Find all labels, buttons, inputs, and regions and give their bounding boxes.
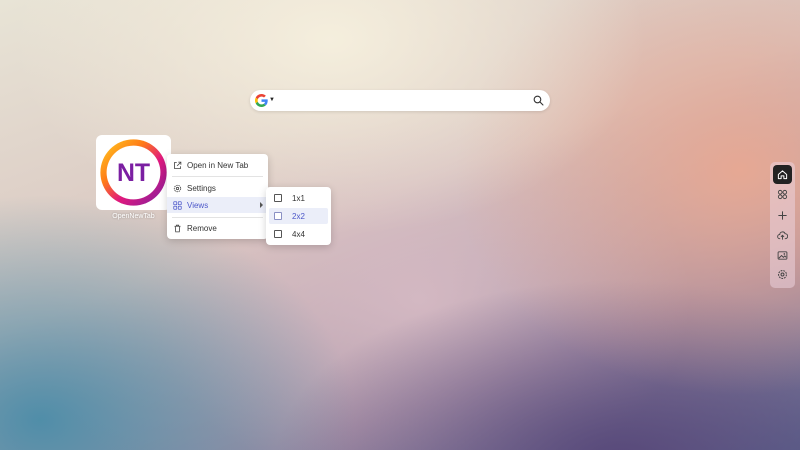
home-icon [777, 170, 788, 180]
opennewtab-logo: NT [100, 139, 167, 206]
dock-add-button[interactable] [773, 206, 792, 225]
menu-item-settings[interactable]: Settings [167, 180, 268, 196]
search-bar: ▼ [250, 90, 550, 111]
views-submenu: 1x1 2x2 4x4 [266, 187, 331, 245]
shortcut-label: OpenNewTab [112, 213, 155, 220]
view-option-label: 1x1 [292, 193, 305, 203]
cloud-upload-icon [777, 231, 788, 240]
checkbox[interactable] [274, 212, 282, 220]
grid-icon [173, 200, 182, 210]
caret-down-icon: ▼ [269, 97, 275, 103]
dock-settings-button[interactable] [773, 265, 792, 284]
dock-apps-button[interactable] [773, 185, 792, 204]
menu-item-open-in-new-tab[interactable]: Open in New Tab [167, 157, 268, 173]
menu-item-label: Settings [187, 183, 216, 193]
checkbox[interactable] [274, 194, 282, 202]
dock-upload-button[interactable] [773, 226, 792, 245]
search-icon[interactable] [533, 95, 544, 106]
logo-text: NT [117, 160, 150, 187]
menu-divider [172, 176, 263, 177]
dock-home-button[interactable] [773, 165, 792, 184]
side-dock [770, 162, 795, 288]
google-icon [255, 94, 268, 107]
plus-icon [778, 211, 787, 220]
view-option-label: 2x2 [292, 211, 305, 221]
view-option-2x2[interactable]: 2x2 [269, 208, 328, 224]
view-option-1x1[interactable]: 1x1 [269, 190, 328, 206]
trash-icon [173, 224, 182, 233]
search-input[interactable] [278, 92, 532, 111]
image-icon [777, 251, 788, 260]
apps-icon [777, 189, 788, 200]
chevron-right-icon [260, 202, 263, 208]
dock-wallpaper-button[interactable] [773, 246, 792, 265]
menu-item-label: Views [187, 200, 209, 210]
menu-item-label: Open in New Tab [187, 160, 249, 170]
view-option-label: 4x4 [292, 229, 305, 239]
open-external-icon [173, 161, 182, 170]
shortcut-tile[interactable]: NT [96, 135, 171, 210]
menu-item-label: Remove [187, 223, 217, 233]
menu-divider [172, 217, 263, 218]
shortcut-opennewtab[interactable]: NT OpenNewTab [96, 135, 171, 220]
search-engine-selector[interactable]: ▼ [255, 94, 275, 107]
gear-icon [173, 184, 182, 193]
gear-icon [778, 270, 787, 279]
checkbox[interactable] [274, 230, 282, 238]
context-menu: Open in New Tab Settings Views Remove [167, 154, 268, 239]
menu-item-views[interactable]: Views [167, 197, 268, 213]
menu-item-remove[interactable]: Remove [167, 220, 268, 236]
view-option-4x4[interactable]: 4x4 [269, 226, 328, 242]
